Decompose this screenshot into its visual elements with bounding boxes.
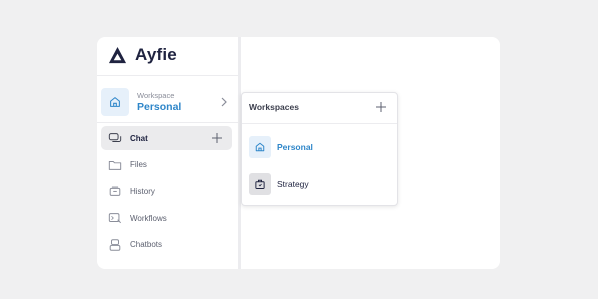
workspace-option-strategy[interactable]: Strategy [249, 172, 389, 195]
sidebar-item-label: Chat [130, 133, 148, 143]
sidebar-item-history[interactable]: History [101, 179, 232, 203]
sidebar-item-label: Files [130, 160, 147, 170]
plus-icon[interactable] [211, 132, 223, 144]
workflows-icon [108, 211, 122, 225]
ayfie-logo-icon [108, 46, 127, 63]
workspace-option-label: Strategy [277, 178, 309, 189]
add-workspace-button[interactable] [375, 101, 387, 113]
briefcase-icon [249, 172, 271, 195]
sidebar-item-chatbots[interactable]: Chatbots [101, 233, 232, 257]
home-icon [249, 135, 271, 158]
chatbots-icon [108, 238, 122, 252]
popup-divider [242, 123, 397, 124]
home-icon [101, 88, 129, 116]
workspace-option-personal[interactable]: Personal [249, 135, 389, 158]
sidebar-item-label: Workflows [130, 213, 167, 223]
logo: Ayfie [108, 45, 177, 65]
workspace-caption: Workspace [137, 90, 175, 100]
history-icon [108, 184, 122, 198]
brand-name: Ayfie [135, 45, 177, 64]
sidebar-item-chat[interactable]: Chat [101, 126, 232, 150]
sidebar-divider [97, 122, 239, 123]
sidebar-item-label: Chatbots [130, 240, 163, 250]
chat-icon [108, 131, 122, 145]
workspace-switcher[interactable]: Workspace Personal [101, 86, 235, 118]
sidebar-nav: Chat Files History Workflows Chatbots [101, 126, 232, 259]
sidebar: Ayfie Workspace Personal Chat Files Hist… [97, 37, 239, 269]
workspaces-popup: Workspaces Personal Strategy [241, 92, 398, 206]
sidebar-item-workflows[interactable]: Workflows [101, 206, 232, 230]
sidebar-item-label: History [130, 186, 155, 196]
workspace-option-label: Personal [277, 141, 313, 152]
workspace-name: Personal [137, 100, 182, 113]
sidebar-item-files[interactable]: Files [101, 153, 232, 177]
folder-icon [108, 158, 122, 172]
popup-title: Workspaces [249, 102, 299, 112]
sidebar-divider [97, 75, 239, 76]
chevron-right-icon[interactable] [219, 96, 229, 108]
